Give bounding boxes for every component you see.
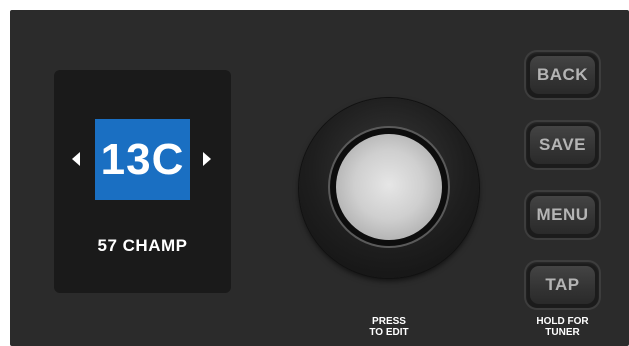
next-preset-arrow-icon[interactable] bbox=[203, 152, 211, 166]
preset-name: 57 CHAMP bbox=[97, 236, 188, 255]
tap-hold-label: HOLD FOR TUNER bbox=[516, 316, 609, 338]
preset-number-badge: 13C bbox=[95, 119, 190, 200]
preset-number: 13C bbox=[100, 134, 185, 184]
back-button-label: BACK bbox=[530, 56, 595, 94]
previous-preset-arrow-icon[interactable] bbox=[72, 152, 80, 166]
encoder-knob-cap[interactable] bbox=[336, 134, 442, 240]
encoder-label-line1: PRESS bbox=[372, 316, 406, 327]
tap-label-line1: HOLD FOR bbox=[536, 316, 589, 327]
encoder-label-line2: TO EDIT bbox=[369, 327, 409, 338]
tap-button[interactable]: TAP bbox=[526, 262, 599, 308]
tap-label-line2: TUNER bbox=[545, 327, 580, 338]
back-button[interactable]: BACK bbox=[526, 52, 599, 98]
tap-button-label: TAP bbox=[530, 266, 595, 304]
encoder-knob-label: PRESS TO EDIT bbox=[340, 316, 438, 338]
menu-button[interactable]: MENU bbox=[526, 192, 599, 238]
menu-button-label: MENU bbox=[530, 196, 595, 234]
save-button-label: SAVE bbox=[530, 126, 595, 164]
save-button[interactable]: SAVE bbox=[526, 122, 599, 168]
